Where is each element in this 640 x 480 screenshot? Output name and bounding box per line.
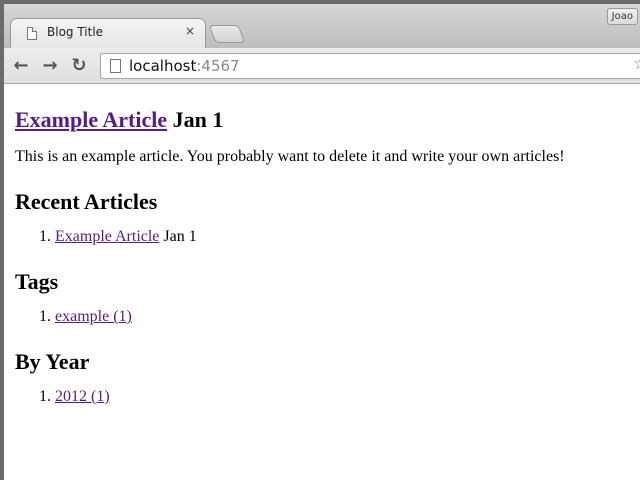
recent-articles-list: Example Article Jan 1 [15, 227, 640, 247]
article-date: Jan 1 [172, 107, 224, 132]
url-host: localhost [129, 57, 197, 75]
tag-link[interactable]: example (1) [55, 308, 132, 325]
address-url: localhost:4567 [129, 57, 240, 75]
close-icon[interactable]: × [185, 24, 195, 38]
article-body: This is an example article. You probably… [15, 148, 565, 165]
article-title-link[interactable]: Example Article [15, 107, 167, 132]
browser-window: Blog Title × Joao ← → ↻ localhost:4567 ☆… [4, 4, 640, 480]
tab-title: Blog Title [47, 25, 104, 39]
address-bar[interactable]: localhost:4567 ☆ [100, 53, 640, 79]
url-port: :4567 [196, 57, 240, 75]
tags-heading: Tags [15, 269, 59, 294]
profile-badge[interactable]: Joao [606, 8, 638, 25]
browser-toolbar: ← → ↻ localhost:4567 ☆ [4, 48, 640, 84]
page-icon [110, 59, 121, 73]
reload-icon[interactable]: ↻ [68, 55, 90, 77]
tab-strip: Blog Title × Joao [4, 4, 640, 48]
recent-article-date: Jan 1 [163, 228, 197, 245]
list-item: Example Article Jan 1 [55, 227, 640, 247]
new-tab-button[interactable] [208, 25, 246, 43]
by-year-list: 2012 (1) [15, 387, 640, 407]
list-item: example (1) [55, 307, 640, 327]
tab-blog-title[interactable]: Blog Title × [10, 18, 206, 48]
list-item: 2012 (1) [55, 387, 640, 407]
article-heading: Example Article Jan 1 [15, 107, 640, 133]
back-arrow-icon[interactable]: ← [10, 55, 32, 77]
page-icon [27, 27, 37, 40]
recent-articles-heading: Recent Articles [15, 189, 158, 214]
tags-list: example (1) [15, 307, 640, 327]
recent-article-link[interactable]: Example Article [55, 228, 159, 245]
forward-arrow-icon[interactable]: → [39, 55, 61, 77]
year-link[interactable]: 2012 (1) [55, 388, 110, 405]
bookmark-star-icon[interactable]: ☆ [633, 54, 640, 74]
page-content: Example Article Jan 1 This is an example… [4, 84, 640, 480]
by-year-heading: By Year [15, 349, 90, 374]
